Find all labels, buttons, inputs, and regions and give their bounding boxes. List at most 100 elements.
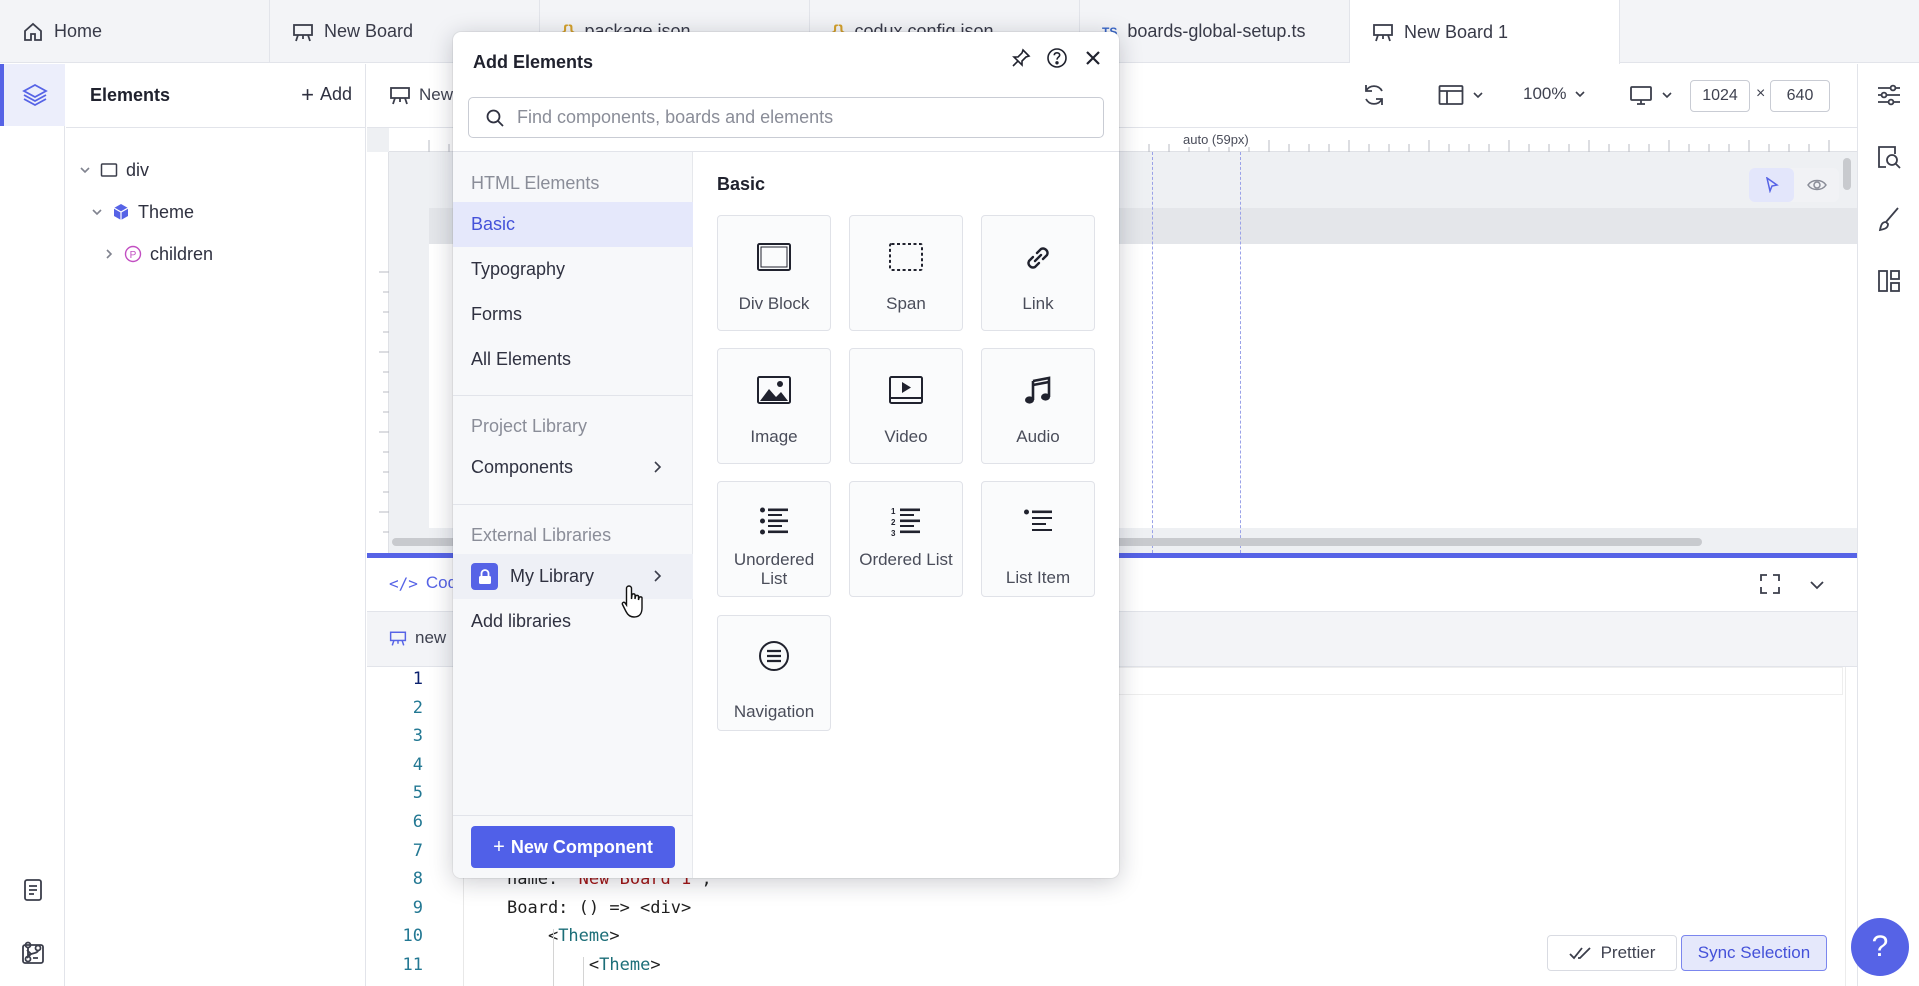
lock-icon <box>471 563 498 590</box>
tile-audio[interactable]: Audio <box>981 348 1095 464</box>
indent-guide <box>583 957 584 986</box>
category-sidebar: HTML Elements Basic Typography Forms All… <box>453 152 693 878</box>
ruler-measure-label: auto (59px) <box>1179 132 1253 147</box>
plus-icon: + <box>493 835 505 858</box>
tab-label: boards-global-setup.ts <box>1127 21 1306 41</box>
component-search[interactable] <box>468 97 1104 138</box>
code-line: Board: () => <div> <box>507 898 691 918</box>
layers-button[interactable] <box>0 64 65 126</box>
category-components[interactable]: Components <box>453 445 693 490</box>
layout-icon <box>1438 84 1464 106</box>
category-label: Components <box>471 457 574 477</box>
category-forms[interactable]: Forms <box>453 292 693 337</box>
tile-label: Audio <box>1016 427 1060 446</box>
tree-node-div[interactable]: div <box>78 150 149 190</box>
span-icon <box>850 242 962 278</box>
category-my-library[interactable]: My Library <box>453 554 693 599</box>
close-icon <box>1081 46 1105 70</box>
help-button[interactable]: ? <box>1851 918 1909 976</box>
tile-label: Unordered List <box>733 550 815 588</box>
select-mode-button[interactable] <box>1749 168 1794 202</box>
line-number: 11 <box>402 955 423 975</box>
chevron-right-icon <box>649 459 665 475</box>
tab-home[interactable]: Home <box>0 0 270 63</box>
grid-section-title: Basic <box>717 174 766 194</box>
search-input[interactable] <box>517 107 1077 128</box>
layout-dropdown[interactable] <box>1438 84 1484 106</box>
help-popover-button[interactable] <box>1045 46 1069 70</box>
pin-button[interactable] <box>1009 46 1033 70</box>
close-button[interactable] <box>1081 46 1105 70</box>
refresh-button[interactable] <box>1361 82 1387 108</box>
zoom-dropdown[interactable]: 100% <box>1523 84 1586 104</box>
prop-icon: P <box>124 245 142 263</box>
vertical-scrollbar[interactable] <box>1843 158 1851 190</box>
collapse-panel-button[interactable] <box>1807 575 1827 595</box>
code-line: <Theme> <box>507 926 620 946</box>
tab-new-board-1[interactable]: New Board 1 <box>1350 0 1620 64</box>
video-icon <box>850 375 962 411</box>
add-element-button[interactable]: + Add <box>301 81 352 107</box>
document-icon <box>22 878 44 902</box>
preview-mode-button[interactable] <box>1794 168 1839 202</box>
code-file-tab[interactable]: new <box>389 628 446 648</box>
category-typography[interactable]: Typography <box>453 247 693 292</box>
maximize-button[interactable] <box>1759 573 1781 595</box>
tile-navigation[interactable]: Navigation <box>717 615 831 731</box>
pages-button[interactable] <box>0 859 65 921</box>
tile-list-item[interactable]: List Item <box>981 481 1095 597</box>
device-dropdown[interactable] <box>1629 84 1673 106</box>
line-number: 10 <box>402 926 423 947</box>
elements-panel-header: Elements + Add <box>66 64 366 128</box>
add-libraries-link[interactable]: Add libraries <box>453 599 693 644</box>
line-number: 9 <box>412 897 423 918</box>
div-block-icon <box>718 242 830 278</box>
cursor-arrow-icon <box>1765 177 1779 193</box>
chevron-down-icon <box>90 205 104 219</box>
tab-boards-global-setup[interactable]: TS boards-global-setup.ts <box>1080 0 1350 63</box>
code-token: Board: () => <div> <box>507 897 692 918</box>
tile-span[interactable]: Span <box>849 215 963 331</box>
svg-text:P: P <box>130 250 137 261</box>
svg-text:1: 1 <box>891 507 896 516</box>
properties-button[interactable] <box>1858 64 1919 126</box>
sidebar-footer-divider <box>453 815 693 816</box>
prettier-button[interactable]: Prettier <box>1547 935 1677 971</box>
board-icon <box>1372 21 1394 43</box>
tile-label: Link <box>1022 294 1054 313</box>
chevron-down-icon <box>1661 89 1673 101</box>
tile-label: Navigation <box>733 702 815 721</box>
tile-ordered-list[interactable]: 1 2 3 Ordered List <box>849 481 963 597</box>
category-basic[interactable]: Basic <box>453 202 693 247</box>
tile-video[interactable]: Video <box>849 348 963 464</box>
tree-node-theme[interactable]: Theme <box>90 192 194 232</box>
category-all-elements[interactable]: All Elements <box>453 337 693 382</box>
styles-button[interactable] <box>1858 188 1919 250</box>
tile-label: Image <box>750 427 798 446</box>
list-item-icon <box>982 506 1094 542</box>
tile-image[interactable]: Image <box>717 348 831 464</box>
new-component-button[interactable]: + New Component <box>471 826 675 868</box>
tile-link[interactable]: Link <box>981 215 1095 331</box>
maximize-icon <box>1759 573 1781 595</box>
board-selector-label: New <box>419 85 454 104</box>
tree-node-children[interactable]: P children <box>102 234 213 274</box>
line-number: 4 <box>412 754 423 775</box>
inspect-button[interactable] <box>1858 126 1919 188</box>
board-selector[interactable]: New <box>389 84 453 106</box>
layout-panel-button[interactable] <box>1858 250 1919 312</box>
terminal-button[interactable] <box>0 922 65 986</box>
board-icon <box>292 21 314 43</box>
elements-panel: Elements + Add div Theme P children <box>66 64 366 986</box>
chevron-down-icon <box>78 163 92 177</box>
plus-icon: + <box>301 81 314 107</box>
right-rail <box>1857 64 1919 986</box>
width-input[interactable]: 1024 <box>1690 80 1750 112</box>
tile-unordered-list[interactable]: Unordered List <box>717 481 831 597</box>
monitor-icon <box>1629 84 1653 106</box>
chevron-down-icon <box>1807 575 1827 595</box>
canvas-mode-toggle <box>1749 168 1839 202</box>
sync-selection-button[interactable]: Sync Selection <box>1681 935 1827 971</box>
tile-div-block[interactable]: Div Block <box>717 215 831 331</box>
height-input[interactable]: 640 <box>1770 80 1830 112</box>
